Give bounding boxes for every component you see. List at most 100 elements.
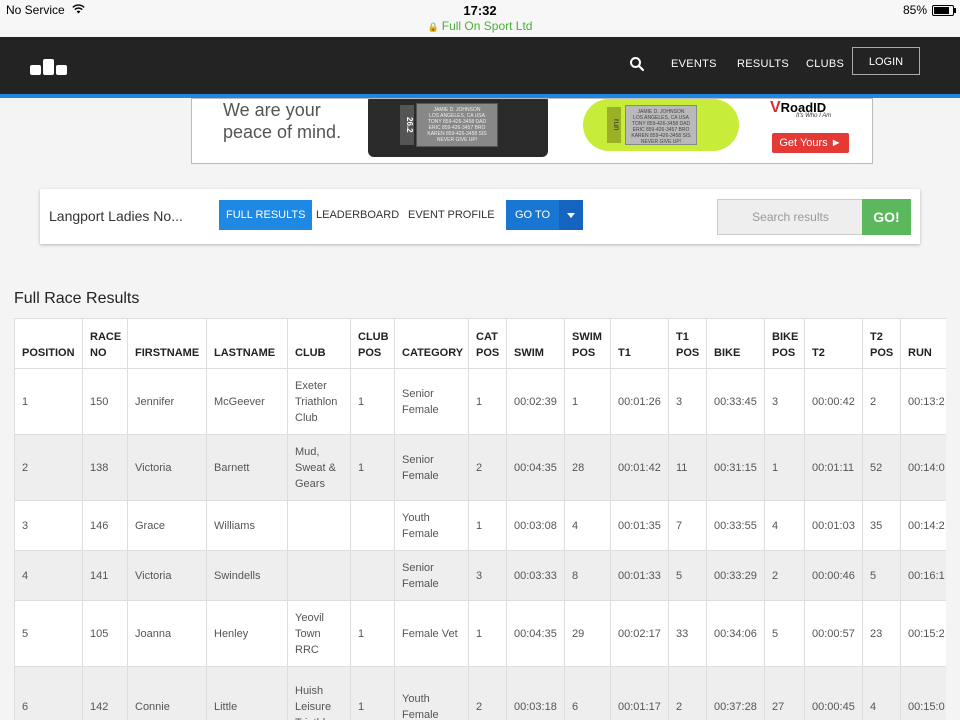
- column-header[interactable]: T2 POS: [862, 318, 901, 369]
- table-cell: Williams: [206, 500, 288, 551]
- tab-full-results[interactable]: FULL RESULTS: [219, 200, 313, 230]
- table-row[interactable]: 5 105 Joanna Henley Yeovil Town RRC 1 Female V…: [14, 600, 946, 667]
- table-cell: 29: [564, 600, 611, 667]
- table-cell: 00:00:57: [804, 600, 863, 667]
- table-cell: 105: [82, 600, 128, 667]
- table-row[interactable]: 4 141 Victoria Swindells Senior Female 3 00:03…: [14, 550, 946, 601]
- column-header[interactable]: T1: [610, 318, 669, 369]
- table-cell: 00:01:03: [804, 500, 863, 551]
- table-cell: 28: [564, 434, 611, 501]
- nav-events[interactable]: EVENTS: [671, 58, 717, 70]
- chevron-down-icon: [567, 213, 575, 218]
- table-cell: 2: [668, 666, 707, 720]
- table-cell: 3: [668, 368, 707, 435]
- table-cell: 4: [764, 500, 805, 551]
- table-cell: Jennifer: [127, 368, 207, 435]
- table-cell: Henley: [206, 600, 288, 667]
- ad-banner[interactable]: We are your peace of mind. 26.2 JAMIE D.…: [191, 98, 873, 164]
- table-cell: [287, 500, 351, 551]
- table-cell: 142: [82, 666, 128, 720]
- table-cell: 00:00:46: [804, 550, 863, 601]
- column-header[interactable]: BIKE: [706, 318, 765, 369]
- table-row[interactable]: 2 138 Victoria Barnett Mud, Sweat & Gears 1 Se…: [14, 434, 946, 501]
- table-row[interactable]: 3 146 Grace Williams Youth Female 1 00:03:08 4 0…: [14, 500, 946, 551]
- table-cell: Barnett: [206, 434, 288, 501]
- table-cell: 3: [14, 500, 83, 551]
- table-cell: 1: [564, 368, 611, 435]
- table-cell: McGeever: [206, 368, 288, 435]
- column-header[interactable]: BIKE POS: [764, 318, 805, 369]
- table-cell: 1: [468, 500, 507, 551]
- black-wristband-image: 26.2 JAMIE D. JOHNSON LOS ANGELES, CA USA…: [368, 99, 548, 157]
- table-cell: Grace: [127, 500, 207, 551]
- table-cell: Little: [206, 666, 288, 720]
- search-results-input[interactable]: [717, 199, 863, 235]
- band-plate-1: JAMIE D. JOHNSON LOS ANGELES, CA USA TONY …: [416, 103, 498, 147]
- ad-tagline: We are your peace of mind.: [223, 99, 341, 143]
- goto-dropdown-button[interactable]: GO TO: [506, 200, 583, 230]
- table-cell: 00:03:18: [506, 666, 565, 720]
- table-cell: Youth Female: [394, 666, 469, 720]
- results-table-container[interactable]: POSITION RACE NO FIRSTNAME LASTNAME CLUB CLUB…: [14, 318, 946, 720]
- roadid-subtitle: It's Who I Am: [796, 113, 832, 119]
- column-header[interactable]: LASTNAME: [206, 318, 288, 369]
- goto-caret[interactable]: [559, 200, 583, 230]
- table-cell: 00:00:42: [804, 368, 863, 435]
- table-cell: 35: [862, 500, 901, 551]
- goto-label: GO TO: [515, 209, 551, 221]
- column-header[interactable]: SWIM: [506, 318, 565, 369]
- lock-icon: 🔒: [427, 22, 439, 32]
- table-cell: Senior Female: [394, 368, 469, 435]
- column-header[interactable]: CATEGORY: [394, 318, 469, 369]
- table-cell: 11: [668, 434, 707, 501]
- table-cell: 5: [764, 600, 805, 667]
- table-cell: 00:03:33: [506, 550, 565, 601]
- table-cell: 00:31:15: [706, 434, 765, 501]
- table-cell: 1: [350, 600, 395, 667]
- column-header[interactable]: CLUB: [287, 318, 351, 369]
- nav-results[interactable]: RESULTS: [737, 58, 789, 70]
- band-plate-2: JAMIE D. JOHNSON LOS ANGELES, CA USA TONY …: [625, 105, 697, 145]
- table-cell: Mud, Sweat & Gears: [287, 434, 351, 501]
- column-header[interactable]: SWIM POS: [564, 318, 611, 369]
- table-cell: 00:14:2: [900, 500, 946, 551]
- table-cell: 00:14:0: [900, 434, 946, 501]
- table-cell: 1: [350, 434, 395, 501]
- table-cell: 27: [764, 666, 805, 720]
- results-heading: Full Race Results: [14, 290, 140, 307]
- column-header[interactable]: CLUB POS: [350, 318, 395, 369]
- battery-status: 85%: [903, 3, 956, 17]
- column-header[interactable]: T2: [804, 318, 863, 369]
- table-cell: [287, 550, 351, 601]
- site-address[interactable]: 🔒 Full On Sport Ltd: [0, 19, 960, 33]
- column-header[interactable]: RACE NO: [82, 318, 128, 369]
- table-cell: Exeter Triathlon Club: [287, 368, 351, 435]
- table-cell: 33: [668, 600, 707, 667]
- search-icon[interactable]: [629, 56, 645, 72]
- table-cell: 150: [82, 368, 128, 435]
- column-header[interactable]: POSITION: [14, 318, 83, 369]
- login-button[interactable]: LOGIN: [852, 47, 920, 75]
- status-bar: No Service 17:32 🔒 Full On Sport Ltd 85%: [0, 0, 960, 37]
- column-header[interactable]: RUN: [900, 318, 946, 369]
- table-cell: Connie: [127, 666, 207, 720]
- table-cell: Victoria: [127, 434, 207, 501]
- table-cell: 00:03:08: [506, 500, 565, 551]
- column-header[interactable]: T1 POS: [668, 318, 707, 369]
- table-row[interactable]: 1 150 Jennifer McGeever Exeter Triathlon Clu…: [14, 368, 946, 435]
- table-cell: 1: [468, 368, 507, 435]
- go-button[interactable]: GO!: [862, 199, 911, 235]
- table-cell: 2: [14, 434, 83, 501]
- column-header[interactable]: CAT POS: [468, 318, 507, 369]
- table-cell: 00:02:17: [610, 600, 669, 667]
- green-wristband-image: run JAMIE D. JOHNSON LOS ANGELES, CA USA T…: [583, 99, 739, 151]
- tab-event-profile[interactable]: EVENT PROFILE: [401, 200, 502, 230]
- table-row[interactable]: 6142ConnieLittleHuish Leisure Triathlon1…: [14, 666, 946, 720]
- table-cell: 23: [862, 600, 901, 667]
- tab-leaderboard[interactable]: LEADERBOARD: [309, 200, 406, 230]
- get-yours-button[interactable]: Get Yours ►: [772, 133, 849, 153]
- table-cell: 4: [564, 500, 611, 551]
- table-cell: 4: [14, 550, 83, 601]
- nav-clubs[interactable]: CLUBS: [806, 58, 844, 70]
- column-header[interactable]: FIRSTNAME: [127, 318, 207, 369]
